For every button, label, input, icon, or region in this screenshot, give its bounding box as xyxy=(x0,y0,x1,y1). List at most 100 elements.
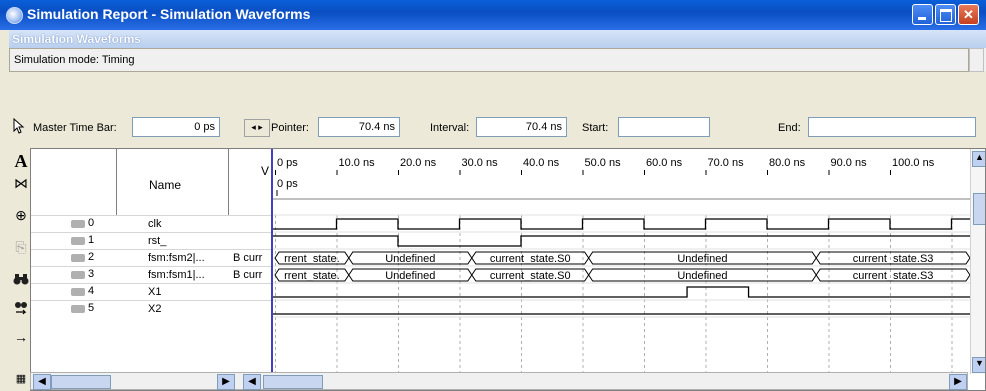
interval-value: 70.4 ns xyxy=(525,121,562,133)
bus-value-label: current_state.S3 xyxy=(853,253,934,265)
interval-field[interactable]: 70.4 ns xyxy=(476,117,567,137)
signal-index: 4 xyxy=(88,285,95,297)
signal-value: B curr xyxy=(233,252,263,264)
clk-waveform xyxy=(273,218,985,230)
horizontal-scrollbar[interactable]: ◀ ▶ ◀ ▶ xyxy=(30,372,968,390)
simulation-mode-text: Simulation mode: Timing xyxy=(14,54,135,66)
pointer-field[interactable]: 70.4 ns xyxy=(318,117,400,137)
wave-scroll-thumb[interactable] xyxy=(263,375,323,389)
start-field[interactable] xyxy=(618,117,710,137)
bus-value-label: Undefined xyxy=(677,253,727,265)
zoom-icon[interactable]: ⊕ xyxy=(13,206,29,224)
signal-row[interactable]: 3 fsm:fsm1|... B curr xyxy=(31,266,271,284)
signal-index: 0 xyxy=(88,217,95,229)
value-column-label: V xyxy=(261,164,270,178)
time-tick-label: 60.0 ns xyxy=(646,157,683,169)
master-time-bar-value: 0 ps xyxy=(194,121,215,133)
signal-index: 3 xyxy=(88,268,95,280)
bus-value-label: Undefined xyxy=(385,253,435,265)
simulation-icon xyxy=(6,7,23,24)
wave-scroll-left-button[interactable]: ◀ xyxy=(243,374,261,390)
scroll-down-button[interactable]: ▼ xyxy=(972,357,985,373)
close-button[interactable]: ✕ xyxy=(958,4,979,25)
right-arrow-icon[interactable]: → xyxy=(13,328,29,346)
time-tick-label: 20.0 ns xyxy=(400,157,437,169)
waveform-editor-icon[interactable]: ⋈ xyxy=(13,174,29,192)
text-tool-icon[interactable]: A xyxy=(13,152,29,170)
interval-label: Interval: xyxy=(430,122,470,134)
copy-icon[interactable]: ⎘ xyxy=(13,238,29,256)
simulation-mode-bar: Simulation mode: Timing xyxy=(9,48,969,72)
x1-waveform xyxy=(273,286,971,298)
end-field[interactable] xyxy=(808,117,976,137)
pointer-label: Pointer: xyxy=(271,122,309,134)
signal-row[interactable]: 1 rst_ xyxy=(31,232,271,250)
waveform-vertical-scrollbar[interactable]: ▲ ▼ xyxy=(970,149,985,374)
window-title-bar: Simulation Report - Simulation Waveforms… xyxy=(0,0,986,30)
time-tick-label: 50.0 ns xyxy=(585,157,622,169)
section-title: Simulation Waveforms xyxy=(12,32,141,46)
bus-signal-icon xyxy=(71,254,85,262)
maximize-button[interactable] xyxy=(935,4,956,25)
names-scroll-thumb[interactable] xyxy=(51,375,111,389)
start-label: Start: xyxy=(582,122,609,134)
signal-row[interactable]: 0 clk xyxy=(31,215,271,233)
signal-row[interactable]: 5 X2 xyxy=(31,300,271,318)
index-column-header xyxy=(31,149,117,215)
window-title: Simulation Report - Simulation Waveforms xyxy=(27,6,311,22)
signal-name: X1 xyxy=(148,286,162,298)
bus-value-label: current_state.S0 xyxy=(490,270,571,282)
signal-grid: Name V 0 clk 1 rst_ 2 fsm:fsm2|... B curr 3 fsm:… xyxy=(30,148,986,391)
signal-name: fsm:fsm2|... xyxy=(148,252,205,264)
bus-value-label: rrent_state. xyxy=(284,253,340,265)
bus-value-label: Undefined xyxy=(677,270,727,282)
wave-scroll-right-button[interactable]: ▶ xyxy=(949,374,967,390)
waveform-canvas[interactable]: 0 ps 10.0 ns 20.0 ns 30.0 ns 40.0 ns 50.0 ns 6… xyxy=(273,149,985,374)
master-time-bar-field[interactable]: 0 ps xyxy=(132,117,220,137)
arrow-pointer-icon[interactable] xyxy=(13,117,25,137)
signal-name: rst_ xyxy=(148,235,167,247)
scroll-left-button[interactable]: ◀ xyxy=(33,374,51,390)
nav-arrows[interactable]: ◂ ▸ xyxy=(244,119,270,137)
binoculars-icon[interactable] xyxy=(13,272,29,290)
names-scroll-right-button[interactable]: ▶ xyxy=(217,374,235,390)
signal-row[interactable]: 4 X1 xyxy=(31,283,271,301)
scroll-thumb[interactable] xyxy=(973,193,985,225)
signal-name: clk xyxy=(148,218,162,230)
name-column-header[interactable]: Name xyxy=(117,149,229,215)
signal-index: 2 xyxy=(88,251,95,263)
signal-name: fsm:fsm1|... xyxy=(148,269,205,281)
input-signal-icon xyxy=(71,288,85,296)
signal-index: 1 xyxy=(88,234,95,246)
input-signal-icon xyxy=(71,305,85,313)
signal-index: 5 xyxy=(88,302,95,314)
time-tick-label: 100.0 ns xyxy=(892,157,935,169)
time-tick-label: 40.0 ns xyxy=(523,157,560,169)
time-toolbar: Master Time Bar: 0 ps ◂ ▸ Pointer: 70.4 … xyxy=(9,104,986,148)
master-time-bar-label: Master Time Bar: xyxy=(33,122,117,134)
minimize-button[interactable] xyxy=(912,4,933,25)
waveform-area[interactable]: 0 ps 10.0 ns 20.0 ns 30.0 ns 40.0 ns 50.0 ns 6… xyxy=(271,149,985,390)
bus-signal-icon xyxy=(71,271,85,279)
time-tick-label: 0 ps xyxy=(277,157,298,169)
time-tick-label: 70.0 ns xyxy=(708,157,745,169)
scroll-up-button[interactable]: ▲ xyxy=(972,151,985,167)
input-signal-icon xyxy=(71,220,85,228)
rst-waveform xyxy=(273,235,971,247)
signal-name: X2 xyxy=(148,303,162,315)
marker-label: 0 ps xyxy=(277,178,298,190)
value-column-header[interactable]: V xyxy=(229,149,272,215)
mode-scrollbar[interactable] xyxy=(969,48,984,72)
section-header: Simulation Waveforms xyxy=(9,30,986,49)
waveform-tools: A ⋈ ⊕ ⎘ → ▦ xyxy=(9,148,31,391)
find-next-icon[interactable] xyxy=(13,300,29,318)
signal-row[interactable]: 2 fsm:fsm2|... B curr xyxy=(31,249,271,267)
time-tick-label: 90.0 ns xyxy=(831,157,868,169)
bus-value-label: current_state.S3 xyxy=(853,270,934,282)
end-label: End: xyxy=(778,122,801,134)
time-tick-label: 30.0 ns xyxy=(462,157,499,169)
bus-value-label: current_state.S0 xyxy=(490,253,571,265)
time-tick-label: 80.0 ns xyxy=(769,157,806,169)
sort-icon[interactable]: ▦ xyxy=(13,370,29,388)
time-tick-label: 10.0 ns xyxy=(339,157,376,169)
